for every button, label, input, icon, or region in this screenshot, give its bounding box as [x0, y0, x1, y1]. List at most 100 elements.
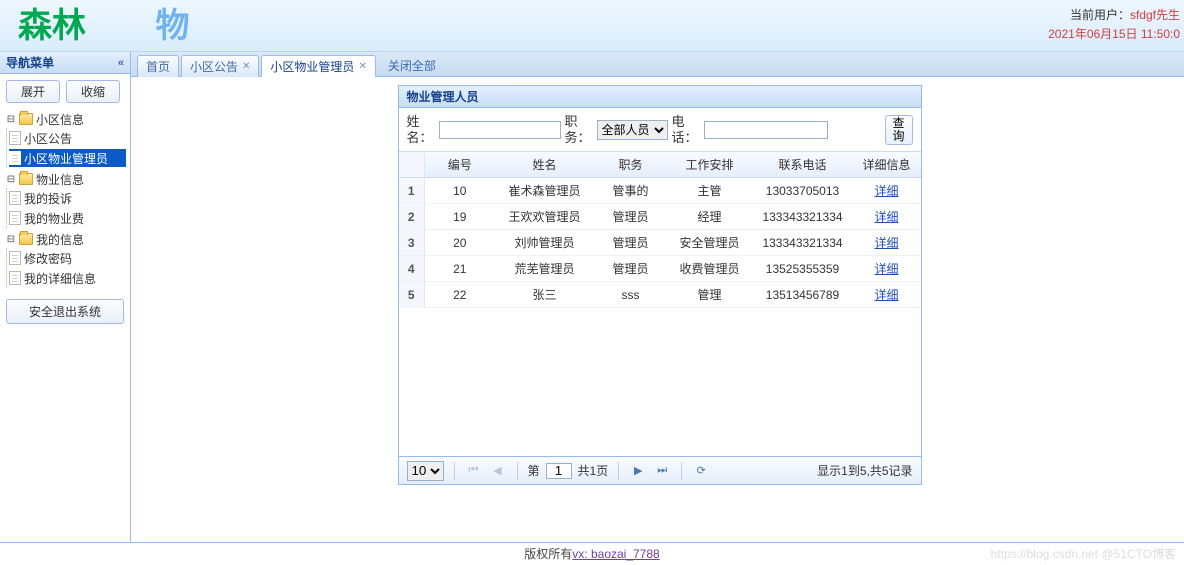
table-row: 219王欢欢管理员管理员经理133343321334详细 — [399, 204, 921, 230]
tree-group-my[interactable]: ⊟ 我的信息 — [6, 230, 126, 248]
tab-home[interactable]: 首页 — [137, 55, 179, 77]
app-header: 森林 物 当前用户：sfdgf先生 2021年06月15日 11:50:0 — [0, 0, 1184, 52]
file-icon — [9, 271, 21, 285]
tab-announcement[interactable]: 小区公告✕ — [181, 55, 259, 77]
refresh-icon[interactable]: ⟳ — [692, 462, 710, 480]
detail-link[interactable]: 详细 — [874, 288, 898, 302]
cell-id: 10 — [425, 178, 495, 204]
current-user-name: sfdgf先生 — [1130, 8, 1180, 22]
file-icon — [9, 211, 21, 225]
tree-label: 我的投诉 — [24, 190, 72, 207]
close-icon[interactable]: ✕ — [358, 56, 366, 78]
cell-job: 管事的 — [595, 178, 667, 204]
sidebar-title: 导航菜单 — [6, 54, 54, 71]
sidebar-header: 导航菜单 « — [0, 52, 130, 74]
cell-rownum: 5 — [399, 282, 425, 308]
cell-name: 王欢欢管理员 — [495, 204, 595, 230]
cell-work: 管理 — [667, 282, 753, 308]
folder-icon — [19, 233, 33, 245]
page-label-prefix: 第 — [528, 462, 540, 479]
cell-id: 21 — [425, 256, 495, 282]
table-row: 320刘帅管理员管理员安全管理员133343321334详细 — [399, 230, 921, 256]
tree-item-fee[interactable]: 我的物业费 — [9, 209, 126, 227]
table-row: 110崔术森管理员管事的主管13033705013详细 — [399, 178, 921, 204]
phone-label: 电话： — [672, 114, 700, 145]
next-page-icon[interactable]: ▶ — [629, 462, 647, 480]
cell-rownum: 4 — [399, 256, 425, 282]
cell-job: 管理员 — [595, 256, 667, 282]
page-input[interactable] — [546, 463, 572, 479]
tree-label: 我的详细信息 — [24, 270, 96, 287]
detail-link[interactable]: 详细 — [874, 184, 898, 198]
tab-label: 小区物业管理员 — [270, 56, 354, 78]
search-button[interactable]: 查询 — [885, 115, 913, 145]
cell-name: 崔术森管理员 — [495, 178, 595, 204]
cell-detail: 详细 — [853, 256, 921, 282]
cell-phone: 13033705013 — [753, 178, 853, 204]
page-total: 共1页 — [578, 462, 609, 479]
name-label: 姓名： — [407, 114, 435, 145]
cell-id: 20 — [425, 230, 495, 256]
table-row: 421荒芜管理员管理员收费管理员13525355359详细 — [399, 256, 921, 282]
cell-work: 经理 — [667, 204, 753, 230]
logo-text-2: 物 — [155, 7, 189, 45]
cell-work: 收费管理员 — [667, 256, 753, 282]
close-icon[interactable]: ✕ — [242, 56, 250, 78]
cell-rownum: 2 — [399, 204, 425, 230]
page-size-select[interactable]: 10 — [407, 461, 444, 481]
expand-button[interactable]: 展开 — [6, 80, 60, 103]
cell-detail: 详细 — [853, 204, 921, 230]
search-form: 姓名： 职务： 全部人员 电话： 查询 — [399, 108, 921, 152]
main: 首页 小区公告✕ 小区物业管理员✕ 关闭全部 物业管理人员 姓名： 职务： 全部… — [131, 52, 1184, 542]
tree-label: 小区信息 — [36, 111, 84, 128]
tree-label: 我的信息 — [36, 231, 84, 248]
pager-summary: 显示1到5,共5记录 — [817, 462, 912, 479]
safe-exit-button[interactable]: 安全退出系统 — [6, 299, 124, 324]
col-rownum — [399, 152, 425, 178]
minus-icon: ⊟ — [6, 174, 16, 185]
first-page-icon[interactable]: ⏮ — [465, 462, 483, 480]
last-page-icon[interactable]: ⏭ — [653, 462, 671, 480]
sidebar-collapse-icon[interactable]: « — [118, 57, 124, 69]
folder-icon — [19, 113, 33, 125]
tab-label: 关闭全部 — [388, 55, 436, 77]
tree-item-profile[interactable]: 我的详细信息 — [9, 269, 126, 287]
name-input[interactable] — [439, 121, 561, 139]
tab-label: 小区公告 — [190, 56, 238, 78]
col-phone: 联系电话 — [753, 152, 853, 178]
tree-item-password[interactable]: 修改密码 — [9, 249, 126, 267]
tree-item-property-admin[interactable]: 小区物业管理员 — [9, 149, 126, 167]
cell-detail: 详细 — [853, 282, 921, 308]
file-icon — [9, 151, 21, 165]
tab-property-admin[interactable]: 小区物业管理员✕ — [261, 55, 375, 77]
cell-work: 主管 — [667, 178, 753, 204]
watermark: https://blog.csdn.net @51CTO博客 — [991, 543, 1176, 565]
cell-id: 19 — [425, 204, 495, 230]
detail-link[interactable]: 详细 — [874, 262, 898, 276]
tree-item-complaint[interactable]: 我的投诉 — [9, 189, 126, 207]
staff-table: 编号 姓名 职务 工作安排 联系电话 详细信息 — [399, 152, 921, 178]
prev-page-icon[interactable]: ◀ — [489, 462, 507, 480]
minus-icon: ⊟ — [6, 114, 16, 125]
tab-close-all[interactable]: 关闭全部 — [378, 55, 446, 77]
tree-group-property[interactable]: ⊟物业信息 — [6, 170, 126, 188]
job-select[interactable]: 全部人员 — [597, 120, 668, 140]
tree-group-community[interactable]: ⊟ 小区信息 — [6, 110, 126, 128]
tree-label: 小区物业管理员 — [24, 150, 108, 167]
panel-title: 物业管理人员 — [399, 86, 921, 108]
tabs-bar: 首页 小区公告✕ 小区物业管理员✕ 关闭全部 — [131, 52, 1184, 77]
col-id: 编号 — [425, 152, 495, 178]
cell-job: sss — [595, 282, 667, 308]
pager: 10 ⏮ ◀ 第 共1页 ▶ ⏭ ⟳ 显示1到5,共5记录 — [399, 456, 921, 484]
col-name: 姓名 — [495, 152, 595, 178]
detail-link[interactable]: 详细 — [874, 210, 898, 224]
minus-icon: ⊟ — [6, 234, 16, 245]
footer-link[interactable]: vx: baozai_7788 — [572, 547, 659, 561]
cell-rownum: 3 — [399, 230, 425, 256]
file-icon — [9, 191, 21, 205]
col-detail: 详细信息 — [853, 152, 921, 178]
tree-item-announcement[interactable]: 小区公告 — [9, 129, 126, 147]
phone-input[interactable] — [704, 121, 828, 139]
collapse-button[interactable]: 收缩 — [66, 80, 120, 103]
detail-link[interactable]: 详细 — [874, 236, 898, 250]
